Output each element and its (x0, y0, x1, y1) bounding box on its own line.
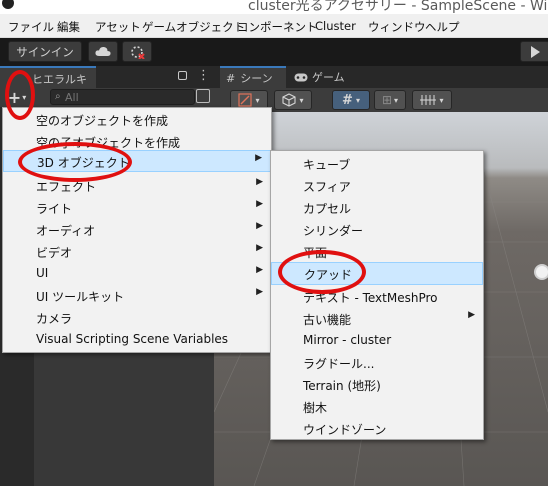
chevron-right-icon: ▶ (256, 199, 263, 209)
menu-item-wind-zone[interactable]: ウインドゾーン (271, 418, 483, 440)
menu-item-capsule[interactable]: カプセル (271, 197, 483, 219)
gamepad-icon (294, 73, 308, 81)
window-title: cluster光るアクセサリー - SampleScene - Windows (248, 0, 548, 14)
increment-snap-dropdown[interactable]: ▾ (412, 90, 452, 110)
menu-assets[interactable]: アセット (95, 19, 141, 35)
grid-icon: # (342, 92, 353, 108)
cube-icon (282, 93, 297, 107)
kebab-menu-icon[interactable]: ⋮ (197, 68, 210, 83)
signin-button[interactable]: サインイン (8, 41, 82, 62)
menu-item-video[interactable]: ビデオ ▶ (3, 241, 271, 263)
game-tab-label: ゲーム (312, 71, 345, 84)
menu-item-audio[interactable]: オーディオ ▶ (3, 219, 271, 241)
cloud-button[interactable] (88, 41, 118, 62)
play-icon (531, 45, 540, 58)
brush-icon (238, 93, 253, 107)
chevron-down-icon: ▾ (355, 95, 360, 105)
signin-label: サインイン (16, 44, 74, 59)
chevron-right-icon: ▶ (468, 310, 475, 320)
menu-help[interactable]: ヘルプ (425, 19, 460, 35)
menu-item-ui-toolkit[interactable]: UI ツールキット ▶ (3, 285, 271, 307)
tab-scene[interactable]: # シーン (220, 66, 286, 88)
shading-dropdown[interactable]: ▾ (274, 90, 312, 110)
chevron-down-icon: ▾ (255, 95, 260, 105)
menu-item-sphere[interactable]: スフィア (271, 175, 483, 197)
chevron-right-icon: ▶ (256, 221, 263, 231)
tab-game[interactable]: ゲーム (288, 66, 354, 88)
menu-item-ui[interactable]: UI ▶ (3, 263, 271, 285)
menu-item-terrain[interactable]: Terrain (地形) (271, 374, 483, 396)
collab-off-icon (131, 45, 145, 59)
chevron-right-icon: ▶ (256, 287, 263, 297)
snap-grid-icon: ⊞ (381, 93, 393, 107)
scene-tabbar: # シーン ゲーム (214, 66, 548, 88)
menu-item-visual-scripting-scene-variables[interactable]: Visual Scripting Scene Variables (3, 329, 271, 351)
chevron-right-icon: ▶ (256, 243, 263, 253)
menu-edit[interactable]: 編集 (57, 19, 80, 35)
scene-tab-label: シーン (240, 72, 273, 85)
chevron-right-icon: ▶ (255, 153, 262, 163)
object3d-submenu: キューブ スフィア カプセル シリンダー 平面 クアッド テキスト - Text… (270, 150, 484, 440)
menu-item-mirror-cluster[interactable]: Mirror - cluster (271, 330, 483, 352)
menu-item-camera[interactable]: カメラ (3, 307, 271, 329)
menu-item-legacy[interactable]: 古い機能 ▶ (271, 308, 483, 330)
menu-bar: ファイル 編集 アセット ゲームオブジェクト コンポーネント Cluster ウ… (0, 14, 548, 38)
search-icon: ⌕ (55, 91, 61, 102)
annotation-oval-quad (278, 250, 366, 294)
chevron-down-icon: ▾ (439, 95, 444, 105)
directional-light-icon[interactable] (536, 266, 548, 278)
snap-dropdown[interactable]: ⊞ ▾ (374, 90, 406, 110)
chevron-down-icon: ▾ (299, 95, 304, 105)
menu-component[interactable]: コンポーネント (237, 19, 318, 35)
chevron-down-icon: ▾ (394, 95, 399, 105)
menu-gameobject[interactable]: ゲームオブジェクト (142, 19, 245, 35)
menu-item-ragdoll[interactable]: ラグドール... (271, 352, 483, 374)
play-button[interactable] (520, 41, 548, 62)
menu-cluster[interactable]: Cluster (315, 19, 356, 33)
grid-dropdown[interactable]: # ▾ (332, 90, 370, 110)
chevron-right-icon: ▶ (256, 265, 263, 275)
annotation-oval-add-button (5, 70, 35, 120)
menu-window[interactable]: ウィンドウ (368, 19, 426, 35)
annotation-oval-3d-object (18, 142, 132, 182)
ruler-icon (420, 95, 437, 105)
menu-item-light[interactable]: ライト ▶ (3, 197, 271, 219)
menu-item-create-empty[interactable]: 空のオブジェクトを作成 (3, 109, 271, 131)
unity-logo-icon (2, 0, 14, 9)
cloud-icon (95, 46, 111, 56)
menu-item-tree[interactable]: 樹木 (271, 396, 483, 418)
main-toolbar: サインイン (0, 38, 548, 66)
scene-visibility-icon[interactable] (196, 89, 210, 103)
lock-icon[interactable] (178, 71, 187, 80)
menu-item-cylinder[interactable]: シリンダー (271, 219, 483, 241)
menu-file[interactable]: ファイル (8, 19, 54, 35)
create-menu: 空のオブジェクトを作成 空の子オブジェクトを作成 3D オブジェクト ▶ エフェク… (2, 107, 272, 353)
window-titlebar: cluster光るアクセサリー - SampleScene - Windows (0, 0, 548, 14)
hierarchy-search-input[interactable] (65, 90, 185, 104)
chevron-right-icon: ▶ (256, 177, 263, 187)
menu-item-cube[interactable]: キューブ (271, 153, 483, 175)
hash-icon: # (226, 71, 236, 85)
hierarchy-search[interactable]: ⌕ (50, 89, 195, 105)
collab-button[interactable] (122, 41, 152, 62)
